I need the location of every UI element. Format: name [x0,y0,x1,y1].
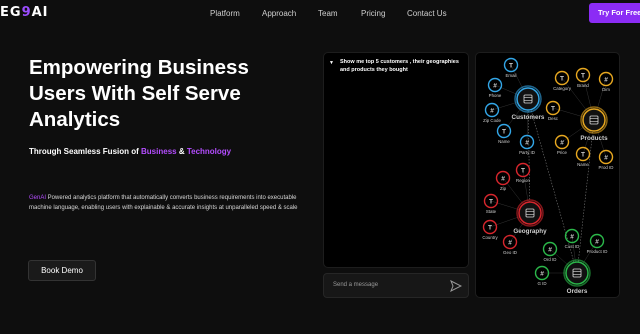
attribute-label: Dim [602,87,610,92]
attribute-label: Zip Code [483,118,501,123]
hero-description: GenAI Powered analytics platform that au… [29,193,309,213]
hero-title: Empowering Business Users With Self Serv… [29,56,249,131]
attribute-label: Price [557,150,568,155]
text-type-icon: T [488,224,492,231]
text-type-icon: T [581,151,585,158]
logo-tail: AI [31,5,49,20]
hash-icon: # [540,270,544,277]
text-type-icon: T [489,198,493,205]
text-type-icon: T [509,62,513,69]
knowledge-graph-panel: Customers Products Geography Orders T Email # P… [475,52,620,298]
logo-accent: 9 [21,5,32,20]
send-icon[interactable] [450,280,462,292]
desc-brand: GenAI [29,195,47,201]
attribute-label: Phone [489,93,502,98]
entity-node-orders[interactable] [565,261,589,285]
attribute-label: Party ID [519,150,535,155]
hash-icon: # [595,238,599,245]
attribute-label: State [486,209,497,214]
entity-label-customers: Customers [512,114,545,121]
attribute-label: Category [553,86,572,91]
book-demo-button[interactable]: Book Demo [28,260,96,281]
attribute-label: Ord ID [544,257,557,262]
collapse-triangle-icon[interactable]: ▼ [329,59,334,67]
hash-icon: # [570,233,574,240]
chat-panel: ▼ Show me top 5 customers , their geogra… [323,52,469,268]
attribute-label: Product ID [587,249,608,254]
landing-page: EG9AI Platform Approach Team Pricing Con… [0,0,640,334]
hash-icon: # [525,139,529,146]
attribute-label: Name [577,162,589,167]
hash-icon: # [508,239,512,246]
attribute-label: Zip [500,186,507,191]
text-type-icon: T [551,105,555,112]
text-type-icon: T [521,167,525,174]
hash-icon: # [548,246,552,253]
hash-icon: # [490,107,494,114]
subtitle-business: Business [141,147,177,156]
chat-question: ▼ Show me top 5 customers , their geogra… [329,58,466,74]
nav-link-approach[interactable]: Approach [262,9,296,18]
attribute-label: Cust ID [565,244,580,249]
chat-question-text: Show me top 5 customers , their geograph… [340,59,459,73]
desc-text: Powered analytics platform that automati… [29,195,298,211]
entity-node-products[interactable] [582,108,606,132]
nav-link-team[interactable]: Team [318,9,338,18]
attribute-label: Desc [548,116,559,121]
nav-link-pricing[interactable]: Pricing [361,9,385,18]
entity-label-geography: Geography [513,228,547,235]
top-nav: EG9AI Platform Approach Team Pricing Con… [0,0,640,28]
attribute-label: Prod ID [599,165,614,170]
attribute-label: Email [506,73,517,78]
knowledge-graph: Customers Products Geography Orders T Email # P… [482,57,614,295]
hash-icon: # [604,76,608,83]
message-placeholder: Send a message [333,282,379,288]
attribute-label: Geo ID [503,250,517,255]
entity-node-customers[interactable] [516,87,540,111]
try-free-button[interactable]: Try For Free [589,3,640,23]
nav-link-platform[interactable]: Platform [210,9,240,18]
attribute-label: Country [482,235,498,240]
hero-subtitle: Through Seamless Fusion of Business & Te… [29,147,231,156]
attribute-label: G ID [537,281,546,286]
text-type-icon: T [581,72,585,79]
hash-icon: # [560,139,564,146]
entity-node-geography[interactable] [518,201,542,225]
nav-link-contact[interactable]: Contact Us [407,9,447,18]
text-type-icon: T [560,75,564,82]
subtitle-amp: & [176,147,187,156]
text-type-icon: T [502,128,506,135]
subtitle-technology: Technology [186,147,232,156]
logo[interactable]: EG9AI [0,5,49,20]
hash-icon: # [493,82,497,89]
entity-label-products: Products [580,135,608,142]
hash-icon: # [604,154,608,161]
hash-icon: # [501,175,505,182]
subtitle-pre: Through Seamless Fusion of [29,147,142,156]
logo-text: EG [0,5,22,20]
attribute-label: Brand [577,83,589,88]
attribute-label: Name [498,139,510,144]
attribute-label: Region [516,178,530,183]
message-input[interactable]: Send a message [323,273,469,298]
entity-label-orders: Orders [567,288,588,295]
